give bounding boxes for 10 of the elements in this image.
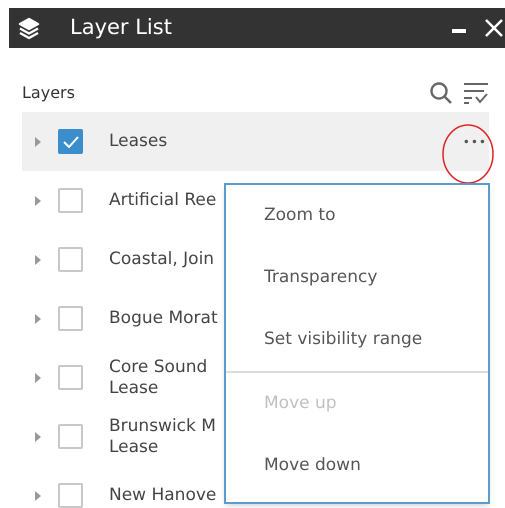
layer-name: Artificial Ree — [109, 190, 216, 211]
window-title: Layer List — [70, 14, 172, 42]
layer-name: Core Sound Lease — [109, 356, 208, 398]
layer-name: Leases — [109, 131, 168, 152]
section-heading: Layers — [22, 82, 75, 104]
layer-name: Bogue Morat — [109, 308, 218, 329]
layer-name: Coastal, Join — [109, 249, 214, 270]
layer-name: New Hanove — [109, 485, 216, 506]
layer-name: Brunswick M Lease — [109, 416, 216, 458]
menu-item: Move up — [263, 392, 338, 416]
